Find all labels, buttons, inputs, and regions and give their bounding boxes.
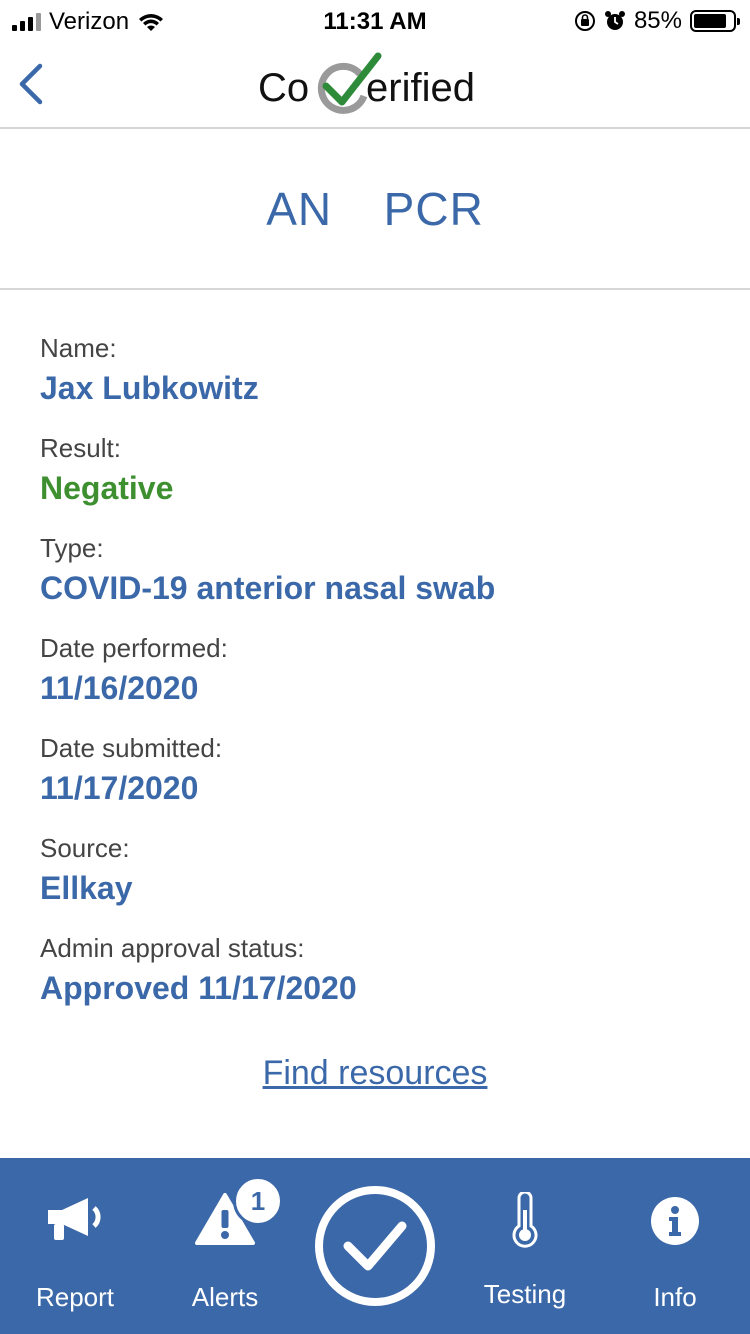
field-date-performed: Date performed: 11/16/2020	[40, 630, 720, 730]
tab-label: Report	[35, 1282, 115, 1312]
field-label: Type:	[40, 533, 104, 563]
tab-label: Alerts	[191, 1282, 259, 1312]
battery-icon	[690, 10, 740, 32]
field-approval-status: Admin approval status: Approved 11/17/20…	[40, 930, 720, 1030]
thermometer-icon	[512, 1192, 538, 1248]
megaphone-icon	[48, 1198, 101, 1240]
logo-text-right: erified	[366, 66, 475, 110]
field-label: Source:	[40, 833, 130, 863]
field-label: Result:	[40, 433, 121, 463]
field-value: Approved 11/17/2020	[40, 970, 357, 1006]
tab-label: Testing	[483, 1279, 567, 1309]
tab-verify[interactable]	[300, 1158, 450, 1334]
battery-fill	[694, 14, 727, 28]
tab-bar: Report 1 Alerts Testing Info	[0, 1158, 750, 1334]
nav-bar: Co erified	[0, 40, 750, 129]
field-date-submitted: Date submitted: 11/17/2020	[40, 730, 720, 830]
tab-report[interactable]: Report	[0, 1158, 150, 1334]
checkmark-icon	[343, 1221, 407, 1271]
field-name: Name: Jax Lubkowitz	[40, 330, 720, 430]
info-icon	[651, 1197, 699, 1245]
field-label: Admin approval status:	[40, 933, 305, 963]
tab-info[interactable]: Info	[600, 1158, 750, 1334]
field-source: Source: Ellkay	[40, 830, 720, 930]
page-title: AN PCR	[266, 183, 484, 235]
find-resources-container: Find resources	[0, 1054, 750, 1093]
field-label: Date submitted:	[40, 733, 223, 763]
app-logo: Co erified	[258, 52, 498, 118]
field-value: 11/17/2020	[40, 770, 199, 806]
battery-percent: 85%	[633, 7, 682, 34]
field-label: Name:	[40, 333, 117, 363]
field-result: Result: Negative	[40, 430, 720, 530]
back-button[interactable]	[14, 62, 48, 106]
alarm-icon	[604, 11, 625, 30]
field-value: Ellkay	[40, 870, 133, 906]
field-label: Date performed:	[40, 633, 228, 663]
status-bar: Verizon 11:31 AM 85%	[0, 0, 750, 40]
result-value: Negative	[40, 470, 174, 506]
field-type: Type: COVID-19 anterior nasal swab	[40, 530, 720, 630]
field-value: COVID-19 anterior nasal swab	[40, 570, 496, 606]
logo-text-left: Co	[258, 66, 310, 110]
test-details: Name: Jax Lubkowitz Result: Negative Typ…	[40, 330, 720, 1030]
field-value: 11/16/2020	[40, 670, 199, 706]
tab-alerts[interactable]: 1 Alerts	[150, 1158, 300, 1334]
chevron-left-icon	[19, 63, 43, 105]
field-value: Jax Lubkowitz	[40, 370, 259, 406]
tab-label: Info	[653, 1282, 697, 1312]
status-right: 85%	[574, 7, 740, 35]
orientation-lock-icon	[574, 11, 595, 31]
title-section: AN PCR	[0, 130, 750, 290]
find-resources-link[interactable]: Find resources	[263, 1054, 488, 1092]
tab-testing[interactable]: Testing	[450, 1158, 600, 1334]
alerts-badge: 1	[233, 1176, 283, 1226]
